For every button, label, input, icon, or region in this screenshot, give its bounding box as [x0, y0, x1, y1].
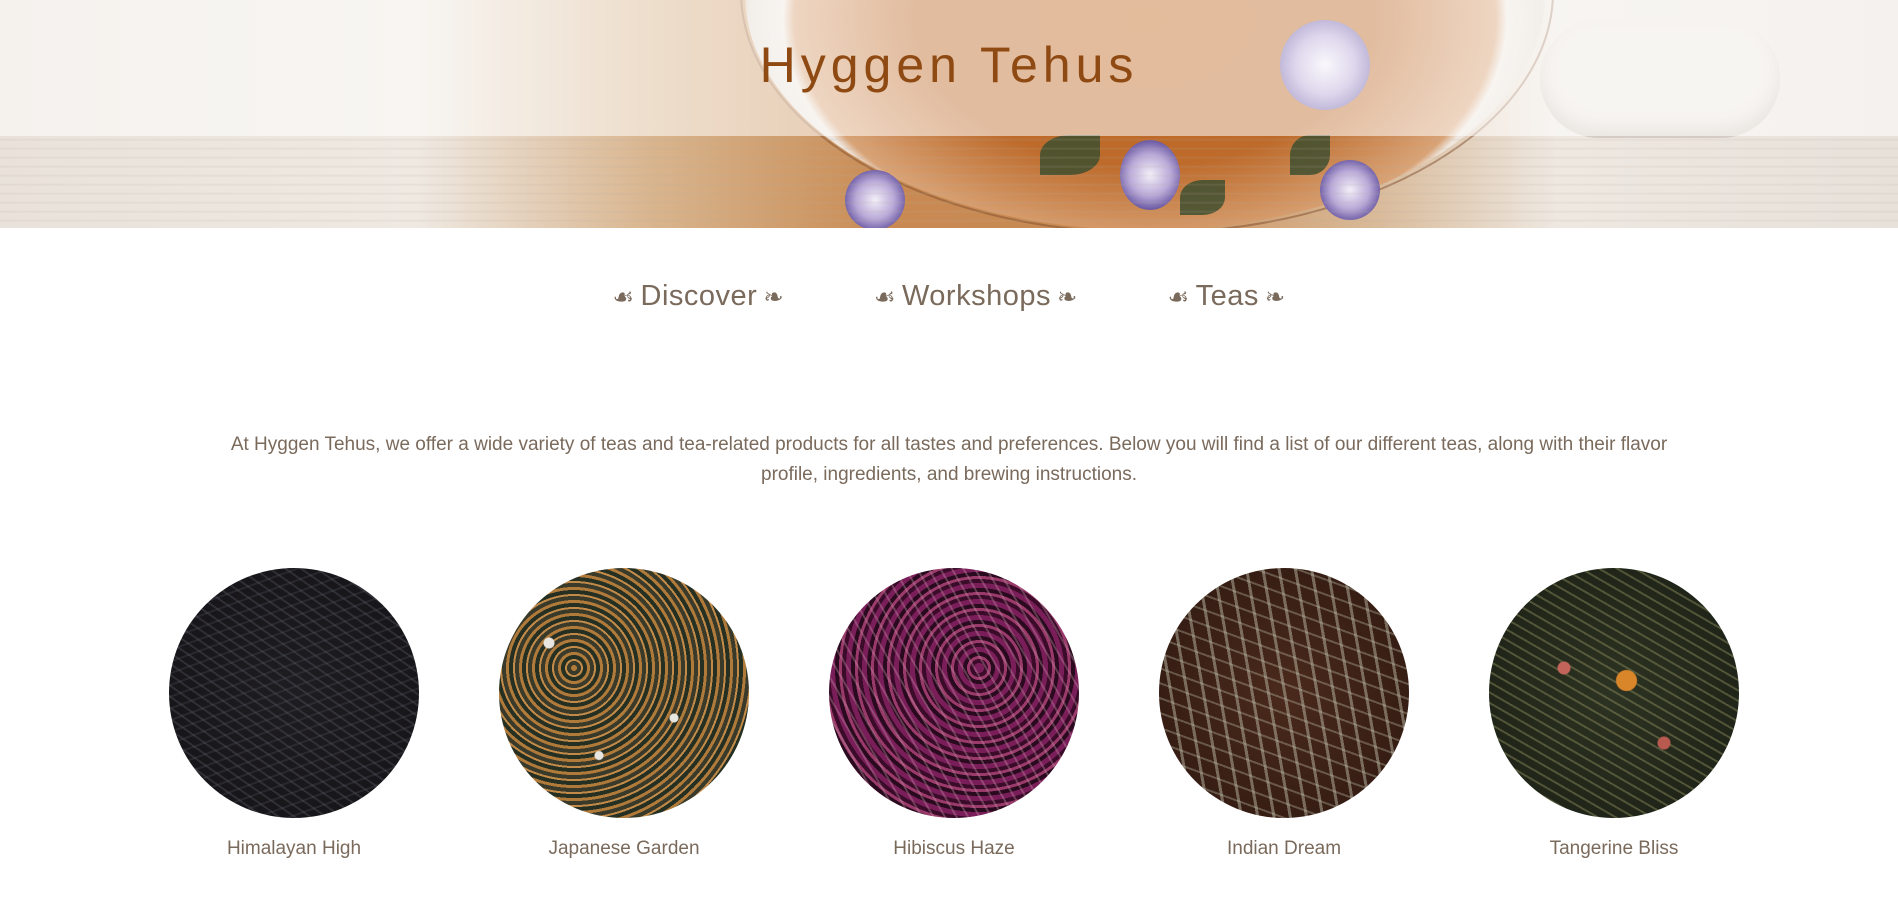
nav-item-label: Teas — [1195, 280, 1259, 312]
main-nav: ☙ Discover ❧ ☙ Workshops ❧ ☙ Teas ❧ — [0, 280, 1898, 313]
tea-name[interactable]: Japanese Garden — [499, 838, 749, 860]
leaf-decoration — [1180, 180, 1225, 215]
tea-card-indian-dream[interactable]: Indian Dream — [1159, 568, 1409, 860]
nav-item-workshops[interactable]: ☙ Workshops ❧ — [868, 280, 1084, 313]
ornament-right-icon: ❧ — [1264, 284, 1286, 311]
nav-item-discover[interactable]: ☙ Discover ❧ — [607, 280, 790, 313]
tea-image-rooibos-lemongrass[interactable] — [1159, 568, 1409, 818]
ornament-left-icon: ☙ — [873, 284, 896, 311]
ornament-left-icon: ☙ — [612, 284, 635, 311]
tea-name[interactable]: Indian Dream — [1159, 838, 1409, 860]
tea-image-green-citrus[interactable] — [1489, 568, 1739, 818]
flower-decoration — [1320, 160, 1380, 220]
site-title: Hyggen Tehus — [759, 37, 1139, 93]
hero-banner: Hyggen Tehus — [0, 0, 1898, 228]
tea-card-japanese-garden[interactable]: Japanese Garden — [499, 568, 749, 860]
tea-card-himalayan-high[interactable]: Himalayan High — [169, 568, 419, 860]
tea-name[interactable]: Himalayan High — [169, 838, 419, 860]
leaf-decoration — [1040, 135, 1100, 175]
tea-card-tangerine-bliss[interactable]: Tangerine Bliss — [1489, 568, 1739, 860]
tea-image-genmaicha[interactable] — [499, 568, 749, 818]
nav-item-label: Workshops — [901, 280, 1051, 312]
tea-name[interactable]: Hibiscus Haze — [829, 838, 1079, 860]
tea-card-hibiscus-haze[interactable]: Hibiscus Haze — [829, 568, 1079, 860]
flower-decoration — [1120, 140, 1180, 210]
nav-item-teas[interactable]: ☙ Teas ❧ — [1162, 280, 1292, 313]
tea-name[interactable]: Tangerine Bliss — [1489, 838, 1739, 860]
ornament-left-icon: ☙ — [1167, 284, 1190, 311]
intro-text: At Hyggen Tehus, we offer a wide variety… — [230, 434, 1668, 485]
leaf-decoration — [1290, 135, 1330, 175]
flower-decoration — [845, 170, 905, 228]
tea-image-hibiscus[interactable] — [829, 568, 1079, 818]
ornament-right-icon: ❧ — [1056, 284, 1078, 311]
tea-image-black-tea[interactable] — [169, 568, 419, 818]
nav-item-label: Discover — [640, 280, 758, 312]
ornament-right-icon: ❧ — [763, 284, 784, 311]
